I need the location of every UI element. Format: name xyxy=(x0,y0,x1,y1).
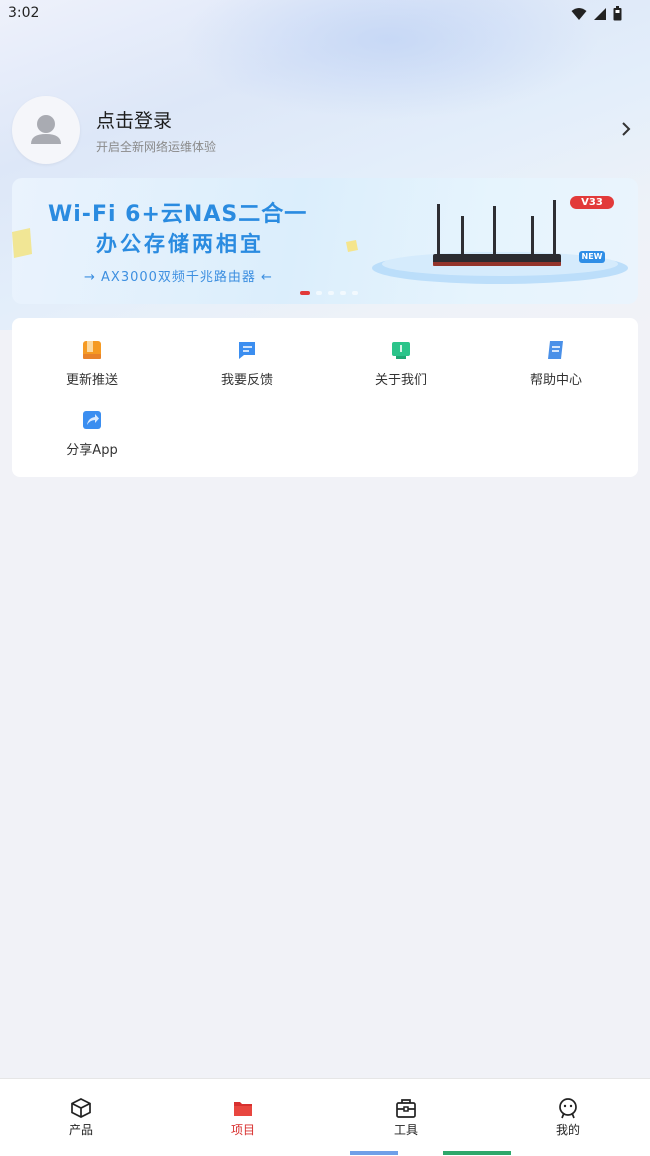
project-folder-icon xyxy=(234,1102,252,1116)
banner-product-line: → AX3000双频千兆路由器 ← xyxy=(84,270,273,285)
menu-item-label: 更新推送 xyxy=(65,373,118,388)
status-time: 3:02 xyxy=(8,5,40,21)
share-app-icon xyxy=(83,411,101,429)
menu-item-label: 帮助中心 xyxy=(529,373,582,388)
router-image xyxy=(433,200,561,266)
status-icons xyxy=(571,6,622,21)
update-push-icon xyxy=(83,341,101,359)
carousel-dot xyxy=(316,291,322,295)
menu-item-share-app[interactable]: 分享App xyxy=(32,408,152,468)
help-center-icon xyxy=(548,341,563,359)
tab-label: 我的 xyxy=(555,1123,580,1137)
model-badge: V33 xyxy=(570,196,614,209)
product-cube-icon xyxy=(71,1098,91,1118)
menu-item-label: 关于我们 xyxy=(374,373,427,388)
system-nav-indicator xyxy=(350,1151,511,1155)
login-title[interactable]: 点击登录 xyxy=(96,106,172,133)
battery-icon xyxy=(613,6,622,21)
user-avatar-icon[interactable] xyxy=(12,96,80,164)
menu-item-update-push[interactable]: 更新推送 xyxy=(32,338,152,398)
status-bar: 3:02 xyxy=(0,0,650,28)
carousel-dot xyxy=(300,291,310,295)
tab-mine[interactable]: 我的 xyxy=(528,1097,608,1138)
profile-face-icon xyxy=(559,1098,577,1119)
carousel-dot xyxy=(352,291,358,295)
tab-label: 工具 xyxy=(393,1123,418,1137)
carousel-dot xyxy=(328,291,334,295)
menu-item-label: 我要反馈 xyxy=(220,373,273,388)
tab-label: 产品 xyxy=(68,1123,93,1137)
about-us-icon xyxy=(392,342,410,359)
tab-label: 项目 xyxy=(230,1123,255,1137)
carousel-indicator xyxy=(300,291,358,295)
function-menu-card: 更新推送 我要反馈 关于我们 帮助中心 分享App xyxy=(12,318,638,477)
tab-product[interactable]: 产品 xyxy=(41,1097,121,1138)
carousel-dot xyxy=(340,291,346,295)
promo-banner[interactable]: Wi-Fi 6+云NAS二合一 办公存储两相宜 → AX3000双频千兆路由器 … xyxy=(12,178,638,304)
tab-tools[interactable]: 工具 xyxy=(366,1097,446,1138)
chevron-right-icon[interactable] xyxy=(618,120,634,138)
new-badge: NEW xyxy=(579,251,605,263)
menu-item-about-us[interactable]: 关于我们 xyxy=(341,338,461,398)
feedback-icon xyxy=(239,342,255,359)
banner-headline: Wi-Fi 6+云NAS二合一 xyxy=(48,202,308,227)
toolbox-icon xyxy=(396,1099,416,1118)
login-row[interactable]: 点击登录 开启全新网络运维体验 xyxy=(12,96,638,164)
banner-subheadline: 办公存储两相宜 xyxy=(96,232,264,256)
bottom-tab-bar: 产品 项目 工具 我的 xyxy=(0,1078,650,1156)
menu-item-label: 分享App xyxy=(66,443,118,458)
menu-item-feedback[interactable]: 我要反馈 xyxy=(187,338,307,398)
signal-icon xyxy=(594,7,606,20)
wifi-icon xyxy=(571,7,587,20)
login-subtitle: 开启全新网络运维体验 xyxy=(96,140,217,154)
menu-item-help-center[interactable]: 帮助中心 xyxy=(496,338,616,398)
tab-project[interactable]: 项目 xyxy=(203,1097,283,1138)
